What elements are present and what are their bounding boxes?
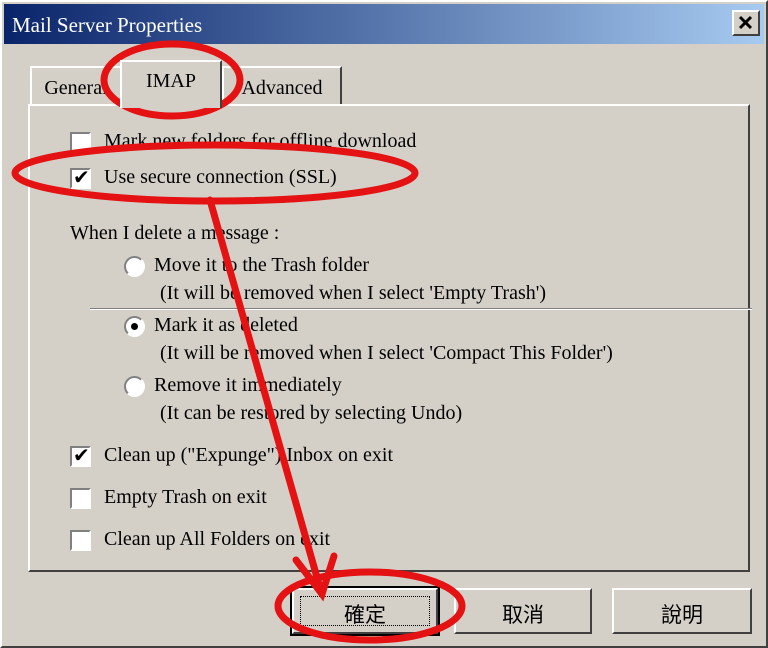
radio-move-to-trash[interactable] [124, 256, 145, 277]
window-title: Mail Server Properties [12, 13, 203, 37]
radio-label-move-to-trash: Move it to the Trash folder [154, 254, 369, 276]
help-button[interactable]: 說明 [612, 588, 752, 634]
tab-imap[interactable]: IMAP [120, 60, 222, 108]
imap-settings-panel: Mark new folders for offline download ✔ … [28, 104, 752, 572]
cancel-button[interactable]: 取消 [454, 588, 592, 634]
tab-advanced[interactable]: Advanced [222, 66, 342, 106]
check-mark-icon: ✔ [73, 443, 90, 467]
radio-selected-dot [131, 323, 138, 330]
radio-note-move-to-trash: (It will be removed when I select 'Empty… [160, 282, 547, 304]
empty-trash-checkbox[interactable] [70, 488, 91, 509]
ssl-checkbox[interactable]: ✔ [70, 165, 91, 189]
help-button-label: 說明 [661, 603, 703, 627]
offline-download-label: Mark new folders for offline download [104, 130, 417, 152]
delete-heading: When I delete a message : [70, 222, 280, 244]
cleanup-all-folders-checkbox[interactable] [70, 530, 91, 551]
tab-label: Advanced [241, 77, 323, 99]
tab-label: IMAP [145, 70, 196, 92]
cancel-button-label: 取消 [502, 603, 544, 627]
expunge-inbox-label: Clean up ("Expunge") Inbox on exit [104, 444, 394, 466]
tab-general[interactable]: General [30, 66, 122, 106]
title-bar[interactable]: Mail Server Properties [4, 4, 764, 44]
empty-trash-label: Empty Trash on exit [104, 486, 267, 508]
ok-button[interactable]: 確定 [290, 586, 440, 636]
focus-rectangle [300, 596, 430, 626]
check-mark-icon: ✔ [73, 165, 90, 189]
radio-note-remove-immediately: (It can be restored by selecting Undo) [160, 402, 463, 424]
radio-remove-immediately[interactable] [124, 376, 145, 397]
radio-label-mark-deleted: Mark it as deleted [154, 314, 298, 336]
mail-server-properties-dialog: Mail Server Properties General IMAP Adva… [0, 0, 768, 648]
close-icon [738, 15, 753, 30]
ssl-label: Use secure connection (SSL) [104, 166, 337, 188]
radio-mark-deleted[interactable] [124, 316, 145, 337]
tab-label: General [44, 77, 108, 99]
radio-note-mark-deleted: (It will be removed when I select 'Compa… [160, 342, 613, 364]
close-button[interactable] [732, 10, 760, 36]
radio-label-remove-immediately: Remove it immediately [154, 374, 342, 396]
offline-download-checkbox[interactable] [70, 132, 91, 153]
divider [90, 308, 752, 310]
expunge-inbox-checkbox[interactable]: ✔ [70, 443, 91, 467]
cleanup-all-folders-label: Clean up All Folders on exit [104, 528, 331, 550]
